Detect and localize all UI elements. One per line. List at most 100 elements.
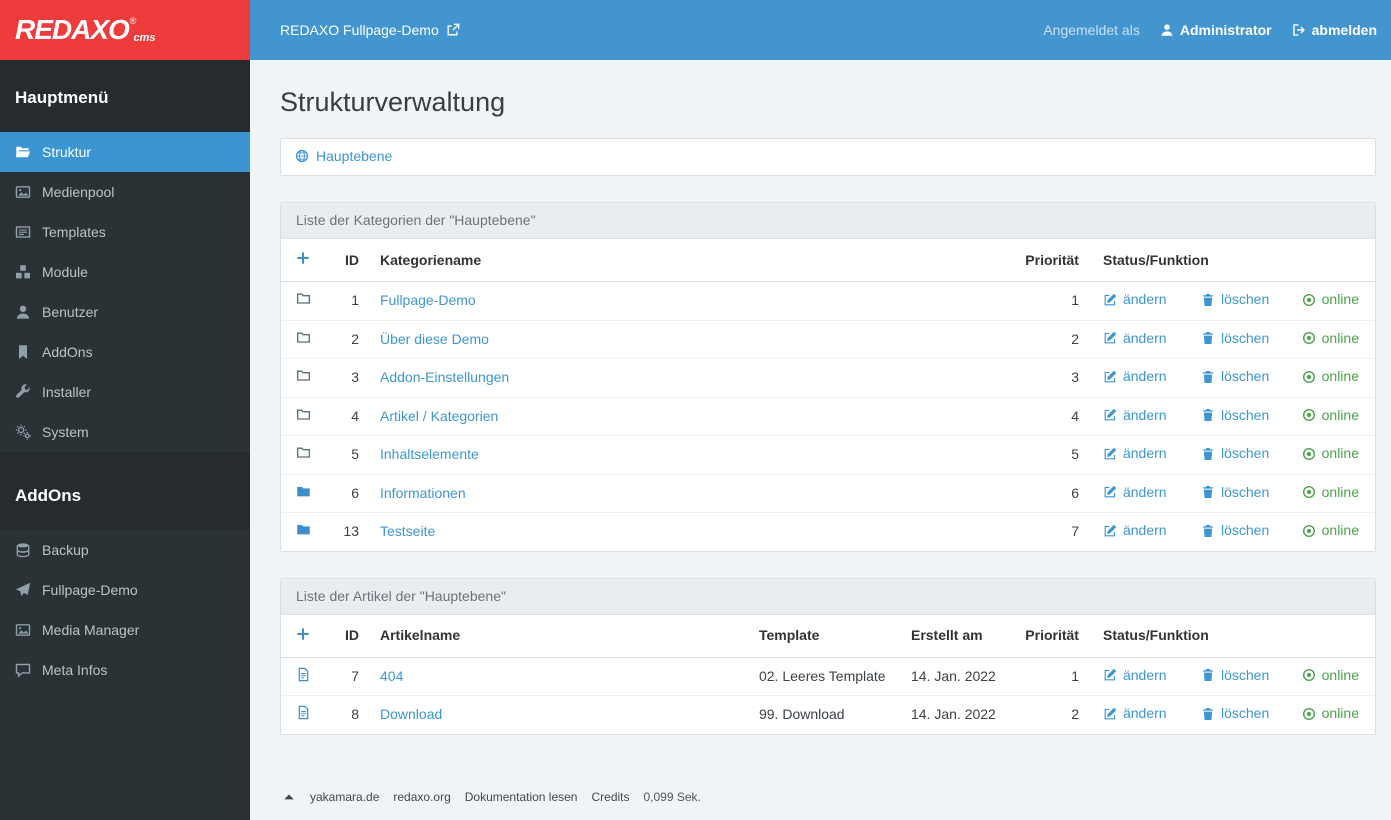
trash-icon <box>1201 293 1215 307</box>
category-link[interactable]: Informationen <box>380 485 466 501</box>
generation-time: 0,099 Sek. <box>643 790 701 804</box>
delete-link[interactable]: löschen <box>1201 667 1269 684</box>
sidebar-item-addons[interactable]: AddOns <box>0 332 250 372</box>
delete-link[interactable]: löschen <box>1201 291 1269 308</box>
sidebar-item-module[interactable]: Module <box>0 252 250 292</box>
trash-icon <box>1201 370 1215 384</box>
article-priority: 1 <box>1071 667 1079 684</box>
sidebar-item-backup[interactable]: Backup <box>0 530 250 570</box>
category-link[interactable]: Fullpage-Demo <box>380 292 476 308</box>
sidebar-item-media-manager[interactable]: Media Manager <box>0 610 250 650</box>
main-menu: Struktur Medienpool Templates Module Ben… <box>0 132 250 452</box>
footer-link-credits[interactable]: Credits <box>591 790 629 804</box>
delete-link[interactable]: löschen <box>1201 445 1269 462</box>
redaxo-logo[interactable]: REDAXO ® cms <box>0 0 250 60</box>
edit-link[interactable]: ändern <box>1103 445 1167 462</box>
delete-link[interactable]: löschen <box>1201 330 1269 347</box>
online-status-link[interactable]: online <box>1302 522 1359 539</box>
sidebar-item-system[interactable]: System <box>0 412 250 452</box>
edit-link[interactable]: ändern <box>1103 667 1167 684</box>
online-status-link[interactable]: online <box>1302 291 1359 308</box>
folder-icon <box>296 330 311 345</box>
category-id: 13 <box>325 512 363 551</box>
online-status-link[interactable]: online <box>1302 407 1359 424</box>
online-status-link[interactable]: online <box>1302 445 1359 462</box>
sidebar-item-struktur[interactable]: Struktur <box>0 132 250 172</box>
sidebar-item-installer[interactable]: Installer <box>0 372 250 412</box>
pencil-square-icon <box>1103 447 1117 461</box>
user-profile-link[interactable]: Administrator <box>1160 22 1272 38</box>
online-label: online <box>1321 666 1359 683</box>
sidebar-item-meta-infos[interactable]: Meta Infos <box>0 650 250 690</box>
add-article-icon[interactable] <box>296 627 310 641</box>
delete-link[interactable]: löschen <box>1201 522 1269 539</box>
breadcrumb: Hauptebene <box>280 138 1376 176</box>
online-status-link[interactable]: online <box>1302 667 1359 684</box>
category-row: 13 Testseite 7 ändern löschen online <box>281 512 1375 551</box>
sidebar-item-fullpage-demo[interactable]: Fullpage-Demo <box>0 570 250 610</box>
delete-label: löschen <box>1220 368 1270 384</box>
edit-link[interactable]: ändern <box>1103 705 1167 722</box>
online-status-link[interactable]: online <box>1302 705 1359 722</box>
delete-label: löschen <box>1220 483 1270 500</box>
sidebar-item-label: Fullpage-Demo <box>42 582 138 598</box>
online-label: online <box>1321 483 1359 500</box>
footer-link-dokumentation[interactable]: Dokumentation lesen <box>465 790 578 804</box>
sidebar-item-label: Module <box>42 264 88 280</box>
category-link[interactable]: Testseite <box>380 523 435 539</box>
article-link[interactable]: Download <box>380 706 442 722</box>
sidebar-item-medienpool[interactable]: Medienpool <box>0 172 250 212</box>
user-icon <box>1160 23 1174 37</box>
footer-link-redaxo[interactable]: redaxo.org <box>393 790 450 804</box>
dot-circle-icon <box>1302 668 1316 682</box>
scroll-top-link[interactable] <box>282 790 296 804</box>
breadcrumb-root-link[interactable]: Hauptebene <box>295 146 392 166</box>
articles-panel-title: Liste der Artikel der "Hauptebene" <box>281 578 1375 615</box>
delete-link[interactable]: löschen <box>1201 484 1269 501</box>
category-link[interactable]: Addon-Einstellungen <box>380 369 509 385</box>
comment-icon <box>15 662 31 678</box>
column-header-id: ID <box>325 614 363 658</box>
delete-link[interactable]: löschen <box>1201 407 1269 424</box>
article-link[interactable]: 404 <box>380 668 403 684</box>
dot-circle-icon <box>1302 485 1316 499</box>
topbar: REDAXO ® cms REDAXO Fullpage-Demo Angeme… <box>0 0 1391 60</box>
article-template: 99. Download <box>746 695 899 734</box>
category-link[interactable]: Artikel / Kategorien <box>380 408 498 424</box>
category-priority: 6 <box>970 473 1081 513</box>
dot-circle-icon <box>1302 331 1316 345</box>
edit-link[interactable]: ändern <box>1103 330 1167 347</box>
edit-link[interactable]: ändern <box>1103 291 1167 308</box>
database-icon <box>15 542 31 558</box>
edit-link[interactable]: ändern <box>1103 368 1167 385</box>
delete-link[interactable]: löschen <box>1201 705 1269 722</box>
delete-label: löschen <box>1220 666 1270 683</box>
column-header-id: ID <box>325 239 363 282</box>
breadcrumb-label: Hauptebene <box>316 148 393 164</box>
folder-icon <box>296 368 311 383</box>
edit-link[interactable]: ändern <box>1103 484 1167 501</box>
online-label: online <box>1321 522 1359 538</box>
sidebar-item-templates[interactable]: Templates <box>0 212 250 252</box>
logout-link[interactable]: abmelden <box>1292 22 1377 38</box>
online-status-link[interactable]: online <box>1302 330 1359 347</box>
edit-link[interactable]: ändern <box>1103 522 1167 539</box>
online-status-link[interactable]: online <box>1302 368 1359 385</box>
add-category-icon[interactable] <box>296 251 310 265</box>
category-link[interactable]: Über diese Demo <box>380 331 489 347</box>
categories-panel-title: Liste der Kategorien der "Hauptebene" <box>281 203 1375 239</box>
column-header-status: Status/Funktion <box>1080 239 1375 282</box>
sidebar-item-benutzer[interactable]: Benutzer <box>0 292 250 332</box>
delete-label: löschen <box>1220 291 1270 307</box>
edit-link[interactable]: ändern <box>1103 407 1167 424</box>
paper-plane-icon <box>15 582 31 598</box>
online-status-link[interactable]: online <box>1302 484 1359 501</box>
site-frontend-link[interactable]: REDAXO Fullpage-Demo <box>280 22 460 38</box>
newspaper-icon <box>15 224 31 240</box>
footer-link-yakamara[interactable]: yakamara.de <box>310 790 379 804</box>
sidebar-item-label: Templates <box>42 224 106 240</box>
category-link[interactable]: Inhaltselemente <box>380 446 479 462</box>
trash-icon <box>1201 447 1215 461</box>
delete-link[interactable]: löschen <box>1201 368 1269 385</box>
edit-label: ändern <box>1122 445 1167 461</box>
